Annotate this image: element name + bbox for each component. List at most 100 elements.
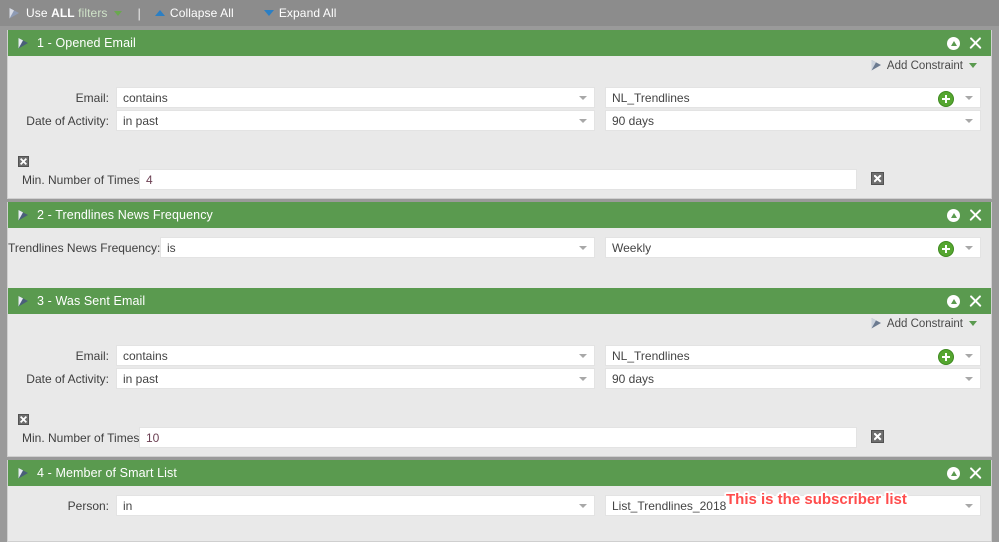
- filter-panel-body: Trendlines News Frequency: is Weekly: [8, 228, 991, 288]
- criterion-value-select[interactable]: Weekly: [605, 237, 981, 258]
- filter-panel-header[interactable]: 3 - Was Sent Email: [8, 288, 991, 314]
- use-all-filters-label: Use ALL filters: [26, 6, 108, 20]
- funnel-icon: [870, 59, 883, 72]
- constraint-label: Min. Number of Times:: [22, 430, 143, 445]
- constraint-toggle-icon[interactable]: [18, 156, 29, 167]
- criterion-value-select[interactable]: NL_Trendlines: [605, 87, 981, 108]
- collapse-panel-icon[interactable]: [947, 36, 960, 50]
- constraint-value-text: 4: [146, 172, 153, 187]
- chevron-down-icon: [965, 119, 973, 123]
- filter-panel-title-text: 3 - Was Sent Email: [37, 294, 146, 308]
- chevron-down-icon: [965, 504, 973, 508]
- close-icon[interactable]: [969, 37, 982, 50]
- add-constraint-row: Add Constraint: [8, 56, 991, 79]
- add-constraint-button[interactable]: Add Constraint: [870, 59, 977, 72]
- criterion-label: Date of Activity:: [26, 371, 109, 386]
- filter-panel-header-actions: [947, 202, 982, 228]
- criterion-operator-select[interactable]: in past: [116, 368, 595, 389]
- criterion-value-select[interactable]: 90 days: [605, 110, 981, 131]
- criterion-value-text: NL_Trendlines: [612, 348, 690, 363]
- filter-criterion-row: Date of Activity: in past 90 days: [8, 367, 991, 390]
- constraint-value-input[interactable]: 10: [139, 427, 857, 448]
- constraint-row: Min. Number of Times: 4: [8, 168, 991, 191]
- criterion-operator-select[interactable]: in past: [116, 110, 595, 131]
- criterion-label: Email:: [75, 90, 109, 105]
- add-constraint-label: Add Constraint: [886, 59, 963, 72]
- expand-all-button[interactable]: Expand All: [263, 0, 337, 26]
- remove-constraint-icon[interactable]: [871, 430, 884, 443]
- add-constraint-row: Add Constraint: [8, 314, 991, 337]
- filter-criterion-row: Email: contains NL_Trendlines: [8, 344, 991, 367]
- criterion-operator-value: contains: [123, 348, 168, 363]
- filter-panel-body: Person: in List_Trendlines_2018: [8, 486, 991, 541]
- filter-panel-body: Add Constraint Email: contains NL_Trendline…: [8, 56, 991, 198]
- filter-panel-header[interactable]: 1 - Opened Email: [8, 30, 991, 56]
- constraint-row: Min. Number of Times: 10: [8, 426, 991, 449]
- funnel-icon: [870, 317, 883, 330]
- chevron-down-icon: [965, 377, 973, 381]
- filter-panel-header[interactable]: 4 - Member of Smart List: [8, 460, 991, 486]
- close-icon[interactable]: [969, 467, 982, 480]
- filter-panel-title: 3 - Was Sent Email: [17, 294, 145, 308]
- chevron-down-icon[interactable]: [969, 321, 977, 326]
- chevron-down-icon[interactable]: [113, 10, 122, 16]
- collapse-all-button[interactable]: Collapse All: [154, 0, 234, 26]
- collapse-panel-icon[interactable]: [947, 294, 960, 308]
- filter-criterion-row: Date of Activity: in past 90 days: [8, 109, 991, 132]
- chevron-down-icon: [579, 96, 587, 100]
- chevron-down-icon[interactable]: [969, 63, 977, 68]
- criterion-operator-select[interactable]: in: [116, 495, 595, 516]
- criterion-operator-select[interactable]: is: [160, 237, 595, 258]
- criterion-operator-select[interactable]: contains: [116, 87, 595, 108]
- filter-panel-header-actions: [947, 288, 982, 314]
- criterion-value-text: 90 days: [612, 371, 655, 386]
- criterion-operator-select[interactable]: contains: [116, 345, 595, 366]
- collapse-panel-icon[interactable]: [947, 208, 960, 222]
- constraint-value-input[interactable]: 4: [139, 169, 857, 190]
- criterion-label: Email:: [75, 348, 109, 363]
- filter-panel-header-actions: [947, 30, 982, 56]
- filter-toolbar: Use ALL filters | Collapse All Expand Al…: [0, 0, 999, 26]
- remove-constraint-icon[interactable]: [871, 172, 884, 185]
- criterion-value-select[interactable]: List_Trendlines_2018: [605, 495, 981, 516]
- criterion-value-text: List_Trendlines_2018: [612, 498, 727, 513]
- criterion-value-select[interactable]: NL_Trendlines: [605, 345, 981, 366]
- funnel-icon: [17, 209, 30, 222]
- criterion-value-select[interactable]: 90 days: [605, 368, 981, 389]
- triangle-up-icon: [154, 10, 165, 16]
- funnel-icon: [17, 467, 30, 480]
- criterion-operator-value: contains: [123, 90, 168, 105]
- filter-criterion-row: Trendlines News Frequency: is Weekly: [8, 236, 991, 259]
- close-icon[interactable]: [969, 209, 982, 222]
- add-value-icon[interactable]: [938, 349, 954, 365]
- funnel-icon: [8, 7, 21, 20]
- close-icon[interactable]: [969, 295, 982, 308]
- filter-panel: 4 - Member of Smart List Person: in List_Tr…: [7, 460, 992, 542]
- funnel-icon: [17, 295, 30, 308]
- add-constraint-button[interactable]: Add Constraint: [870, 317, 977, 330]
- filter-panel-header-actions: [947, 460, 982, 486]
- add-value-icon[interactable]: [938, 241, 954, 257]
- toolbar-separator: |: [137, 5, 141, 21]
- triangle-down-icon: [263, 10, 274, 16]
- filter-panel-body: Add Constraint Email: contains NL_Trendline…: [8, 314, 991, 456]
- criterion-value-text: 90 days: [612, 113, 655, 128]
- criterion-operator-value: in past: [123, 113, 159, 128]
- filter-panel: 1 - Opened Email Add Constraint Email: cont…: [7, 30, 992, 199]
- funnel-icon: [17, 37, 30, 50]
- filter-panel-header[interactable]: 2 - Trendlines News Frequency: [8, 202, 991, 228]
- filter-criterion-row: Email: contains NL_Trendlines: [8, 86, 991, 109]
- criterion-value-text: Weekly: [612, 240, 652, 255]
- constraint-toggle-icon[interactable]: [18, 414, 29, 425]
- collapse-all-label: Collapse All: [169, 6, 234, 20]
- criterion-value-text: NL_Trendlines: [612, 90, 690, 105]
- filter-panel: 2 - Trendlines News Frequency Trendlines …: [7, 202, 992, 289]
- criterion-label: Person:: [67, 498, 109, 513]
- chevron-down-icon: [579, 377, 587, 381]
- collapse-panel-icon[interactable]: [947, 466, 960, 480]
- add-constraint-label: Add Constraint: [886, 317, 963, 330]
- filter-panel-title-text: 2 - Trendlines News Frequency: [37, 208, 213, 222]
- add-value-icon[interactable]: [938, 91, 954, 107]
- expand-all-label: Expand All: [278, 6, 337, 20]
- use-all-filters-button[interactable]: Use ALL filters: [8, 0, 122, 26]
